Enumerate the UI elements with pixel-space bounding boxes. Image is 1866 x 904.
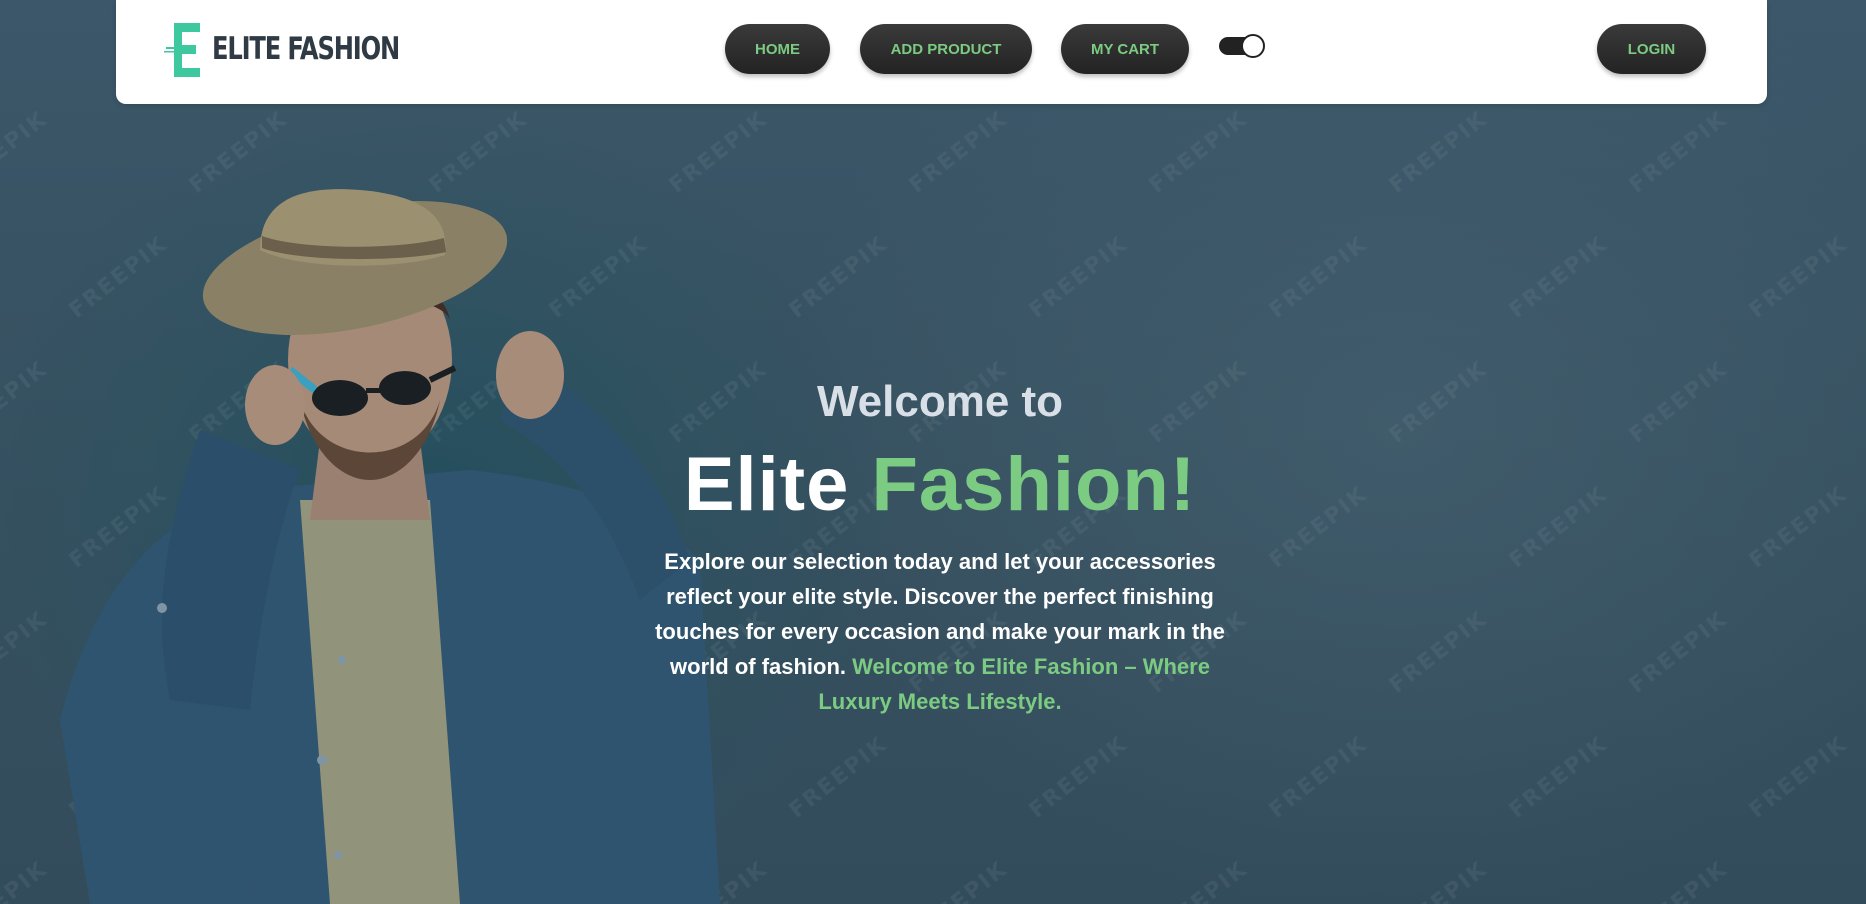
hero-description: Explore our selection today and let your…: [643, 544, 1237, 719]
toggle-knob: [1241, 34, 1265, 58]
login-button[interactable]: LOGIN: [1597, 24, 1706, 74]
brand-logo[interactable]: ELITE FASHION: [164, 20, 452, 78]
logo-e-icon: [164, 21, 204, 77]
hero-title-fashion: Fashion!: [871, 442, 1197, 527]
hero-title-elite: Elite: [683, 442, 850, 527]
theme-toggle-switch[interactable]: [1219, 34, 1265, 58]
hero-tagline: Welcome to Elite Fashion – Where Luxury …: [818, 654, 1210, 714]
hero-content: Welcome to Elite Fashion! Explore our se…: [643, 372, 1237, 719]
brand-name: ELITE FASHION: [212, 31, 400, 67]
top-navbar: ELITE FASHION HOME ADD PRODUCT MY CART L…: [116, 0, 1767, 104]
nav-home-button[interactable]: HOME: [725, 24, 830, 74]
nav-my-cart-button[interactable]: MY CART: [1061, 24, 1189, 74]
hero-title: Elite Fashion!: [643, 440, 1237, 530]
hero-welcome-text: Welcome to: [816, 377, 1064, 426]
nav-add-product-button[interactable]: ADD PRODUCT: [860, 24, 1032, 74]
